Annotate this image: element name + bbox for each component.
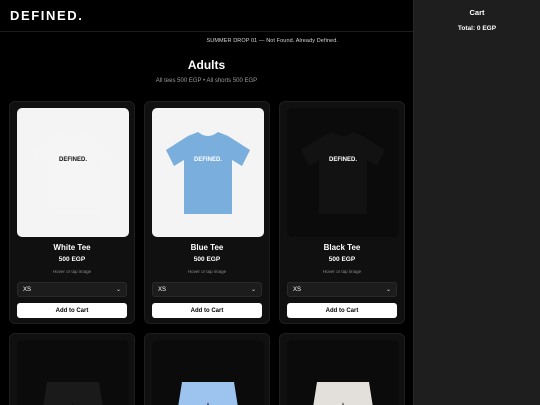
image-hint: Hover or tap image [322,269,362,274]
cart-panel: Cart Total: 0 EGP [413,0,540,405]
add-to-cart-button[interactable]: Add to Cart [287,303,397,318]
product-card-grey-shorts [279,333,405,405]
cart-total: Total: 0 EGP [457,25,497,32]
tshirt-icon: DEFINED. [166,131,250,214]
image-hint: Hover or tap image [187,269,227,274]
product-image[interactable] [287,340,399,405]
section-title: Adults [187,58,226,72]
size-select[interactable]: XS ⌄ [152,282,262,297]
site-header: DEFINED. [0,0,413,32]
size-select-value: XS [23,286,32,293]
cart-title: Cart [469,8,485,17]
size-select-value: XS [158,286,167,293]
product-grid: DEFINED. White Tee 500 EGP Hover or tap … [9,101,405,405]
chevron-down-icon: ⌄ [115,287,121,293]
tshirt-icon: DEFINED. [301,131,385,214]
product-price: 500 EGP [328,256,356,263]
product-name: White Tee [53,243,91,252]
product-card-black-shorts [9,333,135,405]
shorts-icon [178,382,238,405]
product-image[interactable]: DEFINED. [287,108,399,237]
product-image[interactable]: DEFINED. [152,108,264,237]
tshirt-icon: DEFINED. [31,131,115,214]
product-image[interactable] [152,340,264,405]
product-image[interactable]: DEFINED. [17,108,129,237]
main-content: DEFINED. SUMMER DROP 01 — Not Found. Alr… [0,0,413,405]
chevron-down-icon: ⌄ [250,287,256,293]
product-name: Black Tee [323,243,361,252]
product-name: Blue Tee [190,243,224,252]
chevron-down-icon: ⌄ [385,287,391,293]
image-hint: Hover or tap image [52,269,92,274]
section-subtitle: All tees 500 EGP • All shorts 500 EGP [155,78,258,84]
svg-text:DEFINED.: DEFINED. [59,157,87,163]
svg-text:DEFINED.: DEFINED. [329,157,357,163]
svg-text:DEFINED.: DEFINED. [194,157,222,163]
shorts-icon [313,382,373,405]
size-select-value: XS [293,286,302,293]
add-to-cart-button[interactable]: Add to Cart [17,303,127,318]
logo[interactable]: DEFINED. [10,8,83,23]
product-card-blue-shorts [144,333,270,405]
product-price: 500 EGP [58,256,86,263]
size-select[interactable]: XS ⌄ [287,282,397,297]
product-image[interactable] [17,340,129,405]
add-to-cart-button[interactable]: Add to Cart [152,303,262,318]
product-card-black-tee: DEFINED. Black Tee 500 EGP Hover or tap … [279,101,405,324]
product-card-blue-tee: DEFINED. Blue Tee 500 EGP Hover or tap i… [144,101,270,324]
size-select[interactable]: XS ⌄ [17,282,127,297]
product-price: 500 EGP [193,256,221,263]
promo-banner: SUMMER DROP 01 — Not Found. Already Defi… [206,38,338,44]
product-card-white-tee: DEFINED. White Tee 500 EGP Hover or tap … [9,101,135,324]
shorts-icon [43,382,103,405]
